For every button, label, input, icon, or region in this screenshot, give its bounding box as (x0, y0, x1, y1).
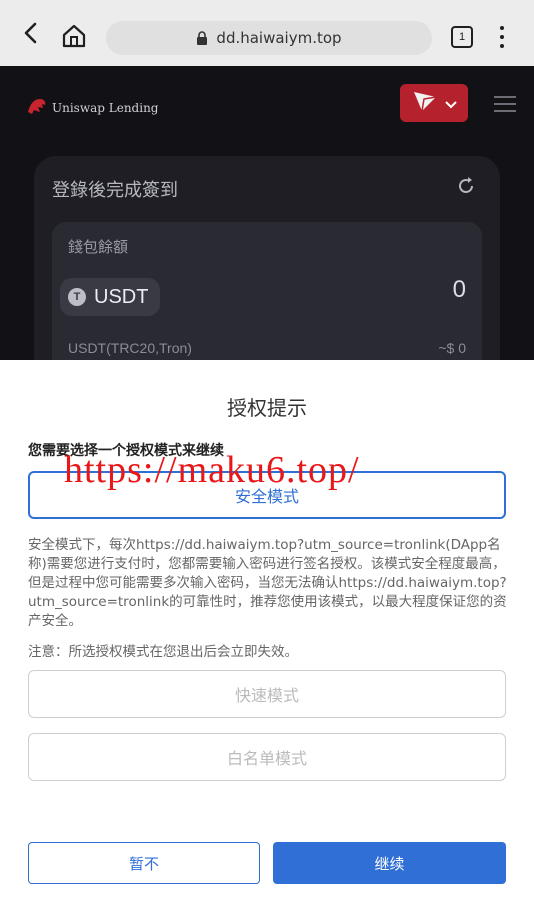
balance-label: 錢包餘額 (68, 238, 129, 256)
mode-note: 注意：所选授权模式在您退出后会立即失效。 (28, 644, 298, 660)
home-icon[interactable] (60, 23, 88, 49)
more-menu-icon[interactable] (498, 26, 506, 48)
network-select-button[interactable] (400, 84, 468, 122)
usd-value: ~$ 0 (438, 340, 466, 356)
send-icon (412, 89, 438, 117)
sheet-title: 授权提示 (227, 396, 307, 420)
dapp-page: Uniswap Lending 登錄後完成簽到 錢包餘額 T USDT 0 US… (0, 66, 534, 360)
url-text: dd.haiwaiym.top (216, 29, 342, 47)
card-title: 登錄後完成簽到 (52, 180, 178, 201)
tron-coin-icon: T (68, 288, 86, 306)
lion-logo-icon (26, 96, 48, 119)
token-selector[interactable]: T USDT (60, 278, 161, 316)
hamburger-menu-icon[interactable] (494, 96, 516, 112)
browser-toolbar: dd.haiwaiym.top 1 (0, 0, 534, 66)
balance-amount: 0 (452, 276, 466, 303)
whitelist-mode-button[interactable]: 白名单模式 (28, 733, 506, 781)
lock-icon (196, 31, 208, 45)
back-arrow-icon[interactable] (18, 20, 44, 46)
token-name: USDT (94, 285, 149, 308)
tab-count: 1 (458, 31, 466, 43)
logo-text: Uniswap Lending (52, 100, 159, 115)
tab-switcher-icon[interactable]: 1 (451, 26, 473, 48)
network-label: USDT(TRC20,Tron) (68, 340, 192, 356)
chevron-down-icon (444, 94, 457, 113)
address-bar[interactable]: dd.haiwaiym.top (106, 21, 432, 55)
site-logo[interactable]: Uniswap Lending (26, 96, 159, 119)
continue-button[interactable]: 继续 (273, 842, 506, 884)
fast-mode-button[interactable]: 快速模式 (28, 670, 506, 718)
refresh-icon[interactable] (456, 176, 476, 196)
cancel-button[interactable]: 暂不 (28, 842, 260, 884)
authorization-sheet: 授权提示 您需要选择一个授权模式来继续 https://maku6.top/ 安… (0, 360, 534, 911)
wallet-balance-panel: 錢包餘額 T USDT 0 USDT(TRC20,Tron) ~$ 0 (52, 222, 482, 360)
safe-mode-description: 安全模式下，每次https://dd.haiwaiym.top?utm_sour… (28, 537, 507, 629)
watermark-url: https://maku6.top/ (64, 449, 360, 491)
checkin-card: 登錄後完成簽到 錢包餘額 T USDT 0 USDT(TRC20,Tron) ~… (34, 156, 500, 360)
